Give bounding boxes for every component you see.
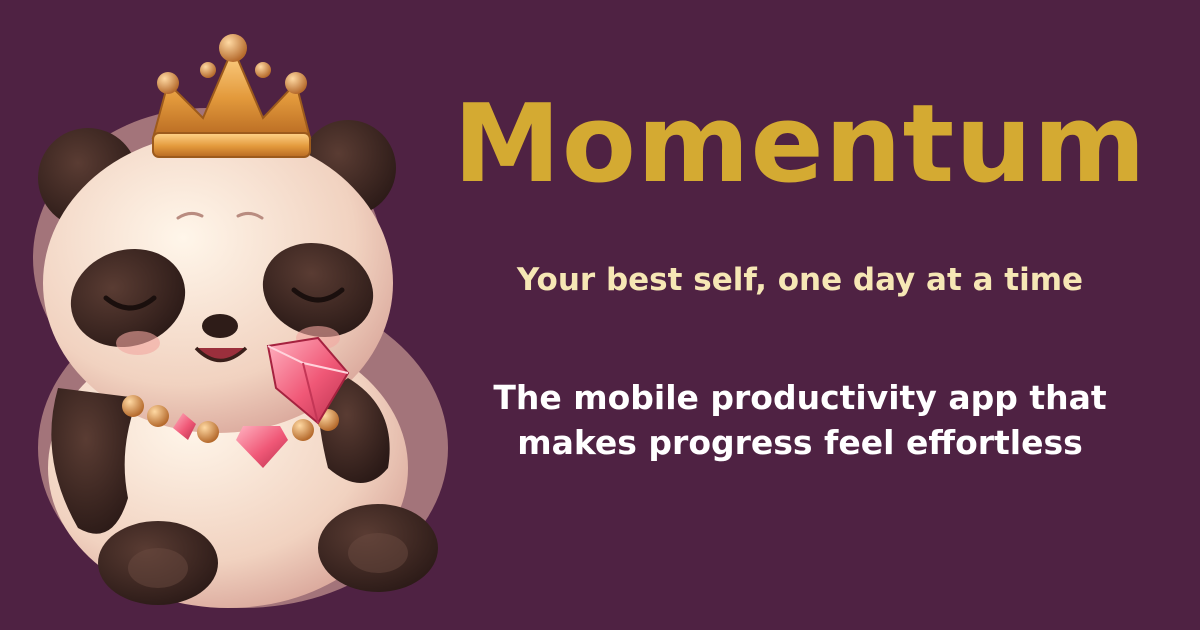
nose [202,314,238,338]
description-line-2: makes progress feel effortless [517,422,1083,462]
tagline: Your best self, one day at a time [516,262,1084,298]
crown-icon [151,34,312,158]
app-description: The mobile productivity app that makes p… [420,376,1180,466]
panda-king-mascot-icon [33,34,448,608]
social-card: Momentum Your best self, one day at a ti… [0,0,1200,630]
app-title: Momentum [453,82,1147,207]
description-line-1: The mobile productivity app that [493,378,1107,417]
